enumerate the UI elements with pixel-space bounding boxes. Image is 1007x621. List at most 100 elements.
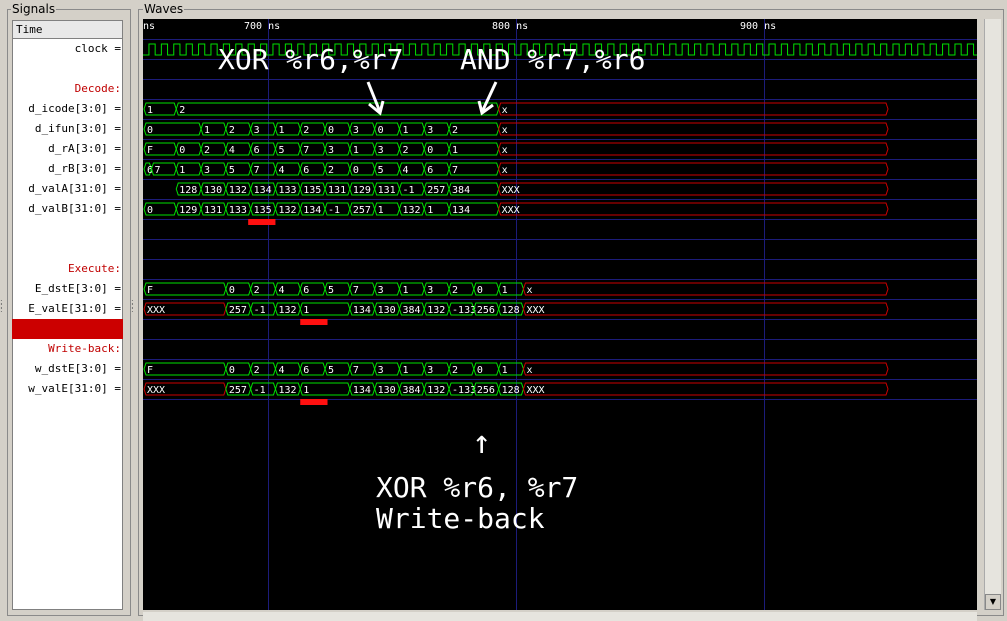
bus-value-label: 7 <box>452 165 458 176</box>
bus-value-label: 2 <box>254 285 260 296</box>
bus-value-label: XXX <box>502 205 520 216</box>
up-arrow-icon: ↑ <box>472 423 492 461</box>
signal-name[interactable]: d_rB[3:0] = <box>12 159 123 179</box>
bus-value-label: 134 <box>452 205 470 216</box>
bus-segment <box>498 102 889 116</box>
bus-value-label: 256 <box>477 385 495 396</box>
bus-value-label: 0 <box>147 125 153 136</box>
bus-value-label: 5 <box>278 145 284 156</box>
bus-value-label: -133 <box>452 385 476 396</box>
bus-value-label: 134 <box>353 305 371 316</box>
bus-value-label: 1 <box>502 365 508 376</box>
highlight-marker <box>300 399 328 405</box>
bus-value-label: XXX <box>502 185 520 196</box>
signal-name[interactable]: clock = <box>12 39 123 59</box>
signal-group-label[interactable]: Execute: <box>12 259 123 279</box>
vertical-scrollbar[interactable]: ▼ <box>984 19 1001 610</box>
splitter-grip-left[interactable]: ::: <box>0 298 6 314</box>
bus-value-label: 0 <box>427 145 433 156</box>
signal-name[interactable]: d_rA[3:0] = <box>12 139 123 159</box>
bus-value-label: 1 <box>353 145 359 156</box>
signal-name[interactable]: d_ifun[3:0] = <box>12 119 123 139</box>
bus-value-label: 3 <box>254 125 260 136</box>
bus-segment <box>522 362 889 376</box>
signal-name[interactable]: w_valE[31:0] = <box>12 379 123 399</box>
signal-name[interactable]: E_valE[31:0] = <box>12 299 123 319</box>
bus-value-label: 5 <box>229 165 235 176</box>
and-instruction-annotation: AND %r7,%r6 <box>460 43 646 76</box>
bus-value-label: 1 <box>402 285 408 296</box>
bus-value-label: 3 <box>378 145 384 156</box>
bus-value-label: 6 <box>303 285 309 296</box>
bus-value-label: -133 <box>452 305 476 316</box>
signal-name[interactable]: E_dstE[3:0] = <box>12 279 123 299</box>
highlight-marker <box>248 219 276 225</box>
bus-value-label: 129 <box>179 205 197 216</box>
bus-value-label: 1 <box>402 365 408 376</box>
bus-value-label: 132 <box>427 385 445 396</box>
bus-value-label: -1 <box>402 185 414 196</box>
scroll-down-button[interactable]: ▼ <box>985 594 1001 610</box>
bus-value-label: -1 <box>254 305 266 316</box>
signal-spacer[interactable] <box>12 319 123 339</box>
signal-spacer[interactable] <box>12 59 123 79</box>
bus-value-label: 7 <box>303 145 309 156</box>
signal-group-label[interactable]: Decode: <box>12 79 123 99</box>
signal-group-label[interactable]: Write-back: <box>12 339 123 359</box>
bus-value-label: 3 <box>353 125 359 136</box>
bus-value-label: 257 <box>353 205 371 216</box>
bus-value-label: 384 <box>452 185 470 196</box>
writeback-annotation-line1: XOR %r6, %r7 <box>376 471 579 504</box>
signal-spacer[interactable] <box>12 239 123 259</box>
bus-value-label: 0 <box>328 125 334 136</box>
bus-value-label: 134 <box>353 385 371 396</box>
bus-value-label: 131 <box>378 185 396 196</box>
signal-name[interactable]: d_icode[3:0] = <box>12 99 123 119</box>
time-ruler-label: 900 ns <box>740 21 776 32</box>
bus-segment <box>522 282 889 296</box>
waveform-canvas[interactable]: ns 700 ns 800 ns 900 ns 1 2 x 0 1 2 3 1 2 0 3 0 1 3 2 x F 0 2 4… <box>143 19 977 610</box>
horizontal-scrollbar[interactable] <box>143 612 977 621</box>
bus-value-label: 3 <box>204 165 210 176</box>
bus-value-label: 7 <box>353 365 359 376</box>
bus-value-label: 0 <box>179 145 185 156</box>
bus-value-label: 3 <box>427 365 433 376</box>
bus-value-label: 2 <box>452 365 458 376</box>
bus-value-label: 5 <box>328 285 334 296</box>
bus-value-label: 6 <box>303 165 309 176</box>
bus-value-label: 7 <box>154 165 160 176</box>
bus-value-label: 0 <box>477 365 483 376</box>
bus-value-label: 2 <box>452 285 458 296</box>
bus-value-label: 6 <box>254 145 260 156</box>
bus-value-label: 2 <box>254 365 260 376</box>
bus-value-label: F <box>147 285 153 296</box>
signal-name[interactable]: w_dstE[3:0] = <box>12 359 123 379</box>
bus-value-label: 132 <box>427 305 445 316</box>
bus-value-label: 1 <box>502 285 508 296</box>
signal-spacer[interactable] <box>12 219 123 239</box>
bus-value-label: 0 <box>353 165 359 176</box>
bus-value-label: 134 <box>254 185 272 196</box>
bus-value-label: 3 <box>427 125 433 136</box>
bus-value-label: x <box>502 165 508 176</box>
bus-value-label: 0 <box>477 285 483 296</box>
bus-value-label: 256 <box>477 305 495 316</box>
bus-value-label: 3 <box>328 145 334 156</box>
bus-value-label: 1 <box>303 385 309 396</box>
bus-value-label: 6 <box>427 165 433 176</box>
bus-value-label: 2 <box>303 125 309 136</box>
bus-value-label: 128 <box>502 305 520 316</box>
signals-panel-title: Signals <box>11 2 57 16</box>
splitter-grip-right[interactable]: ::: <box>131 298 137 314</box>
bus-value-label: 133 <box>229 205 247 216</box>
bus-value-label: 1 <box>278 125 284 136</box>
signal-name[interactable]: d_valA[31:0] = <box>12 179 123 199</box>
signal-name[interactable]: d_valB[31:0] = <box>12 199 123 219</box>
bus-value-label: 257 <box>229 305 247 316</box>
bus-segment <box>498 182 889 196</box>
bus-value-label: F <box>147 145 153 156</box>
bus-value-label: 129 <box>353 185 371 196</box>
bus-segment <box>143 282 227 296</box>
annotation-arrows <box>366 81 498 116</box>
bus-value-label: 1 <box>402 125 408 136</box>
